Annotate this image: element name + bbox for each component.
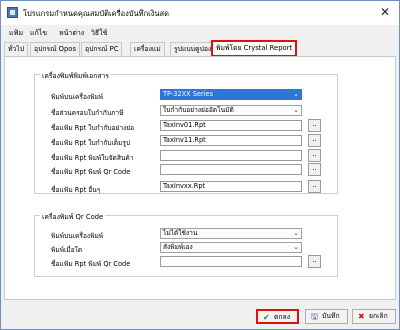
save-icon: 🖫 xyxy=(311,312,318,321)
qr-print-when-label: พิมพ์เมื่อใด xyxy=(51,246,83,254)
short-invoice-rpt-label: ชื่อแฟ้ม Rpt ใบกำกับอย่างย่อ xyxy=(51,124,135,132)
chevron-down-icon: ⌄ xyxy=(293,90,299,98)
full-invoice-rpt-label: ชื่อแฟ้ม Rpt ใบกำกับเต็มรูป xyxy=(51,139,131,147)
app-icon xyxy=(7,7,18,18)
tax-invoice-type-select[interactable]: ใบกำกับอย่างย่ออัตโนมัติ ⌄ xyxy=(160,105,302,116)
title-bar: โปรแกรมกำหนดคุณสมบัติเครื่องบันทึกเงินสด… xyxy=(1,1,399,25)
full-invoice-rpt-field[interactable]: TaxInv11.Rpt xyxy=(160,135,302,146)
tab-panel: เครื่องพิมพ์พิมพ์เอกสาร พิมพ์บนเครื่องพิ… xyxy=(4,56,396,300)
check-icon: ✔ xyxy=(263,313,270,322)
ok-button[interactable]: ✔ ตกลง xyxy=(256,309,299,324)
qr-printer-group: เครื่องพิมพ์ Qr Code พิมพ์บนเครื่องพิมพ์… xyxy=(34,211,338,277)
tab-bar: ทั่วไป อุปกรณ์ Opos อุปกรณ์ PC เครื่องแม… xyxy=(1,40,399,57)
qr-printer-label: พิมพ์บนเครื่องพิมพ์ xyxy=(51,232,104,240)
picking-slip-browse-button[interactable]: .. xyxy=(308,149,321,162)
qr-printer-select-value: ไม่ได้ใช้งาน xyxy=(163,229,198,237)
picking-slip-rpt-label: ชื่อแฟ้ม Rpt พิมพ์ใบจัดสินค้า xyxy=(51,154,134,162)
tab-coupon-format[interactable]: รูปแบบคูปอง xyxy=(170,42,216,56)
close-button[interactable]: ✕ xyxy=(375,4,395,20)
full-invoice-browse-button[interactable]: .. xyxy=(308,134,321,147)
qr-code-rpt-field[interactable] xyxy=(160,164,302,175)
chevron-down-icon: ⌄ xyxy=(293,243,299,251)
qr-print-when-select[interactable]: สั่งพิมพ์เอง ⌄ xyxy=(160,242,302,253)
doc-printer-group: เครื่องพิมพ์พิมพ์เอกสาร พิมพ์บนเครื่องพิ… xyxy=(34,70,338,194)
cancel-button[interactable]: ✖ ยกเลิก xyxy=(352,309,396,324)
app-window: โปรแกรมกำหนดคุณสมบัติเครื่องบันทึกเงินสด… xyxy=(0,0,400,330)
tab-crystal-report[interactable]: พิมพ์โดย Crystal Report xyxy=(211,40,298,57)
window-title: โปรแกรมกำหนดคุณสมบัติเครื่องบันทึกเงินสด xyxy=(23,9,169,18)
printer-label: พิมพ์บนเครื่องพิมพ์ xyxy=(51,93,104,101)
ok-button-label: ตกลง xyxy=(274,313,291,321)
menu-help[interactable]: วิธีใช้ xyxy=(91,28,107,39)
qr-rpt-field[interactable] xyxy=(160,256,302,267)
other-rpt-label: ชื่อแฟ้ม Rpt อื่นๆ xyxy=(51,186,101,194)
short-invoice-browse-button[interactable]: .. xyxy=(308,119,321,132)
tab-pc-devices[interactable]: อุปกรณ์ PC xyxy=(81,42,123,56)
cancel-button-label: ยกเลิก xyxy=(369,312,388,320)
menu-bar: แฟ้ม แก้ไข หน้าต่าง วิธีใช้ xyxy=(1,25,399,40)
other-rpt-field[interactable]: TaxInvxx.Rpt xyxy=(160,181,302,192)
chevron-down-icon: ⌄ xyxy=(293,229,299,237)
qr-code-browse-button[interactable]: .. xyxy=(308,163,321,176)
menu-edit[interactable]: แก้ไข xyxy=(30,28,47,39)
tab-opos-devices[interactable]: อุปกรณ์ Opos xyxy=(30,42,80,56)
short-invoice-rpt-field[interactable]: TaxInv01.Rpt xyxy=(160,120,302,131)
printer-select[interactable]: TP-32XX Series ⌄ xyxy=(160,89,302,100)
tab-master-machine[interactable]: เครื่องแม่ xyxy=(130,42,165,56)
qr-print-when-value: สั่งพิมพ์เอง xyxy=(163,243,193,251)
tax-invoice-type-value: ใบกำกับอย่างย่ออัตโนมัติ xyxy=(163,106,234,114)
picking-slip-rpt-field[interactable] xyxy=(160,150,302,161)
qr-printer-select[interactable]: ไม่ได้ใช้งาน ⌄ xyxy=(160,228,302,239)
menu-file[interactable]: แฟ้ม xyxy=(9,28,23,39)
tax-invoice-type-label: ชื่อส่วนครอบใบกำกับภาษี xyxy=(51,109,124,117)
tab-general[interactable]: ทั่วไป xyxy=(4,42,29,56)
menu-window[interactable]: หน้าต่าง xyxy=(59,28,84,39)
other-rpt-browse-button[interactable]: .. xyxy=(308,180,321,193)
doc-printer-group-title: เครื่องพิมพ์พิมพ์เอกสาร xyxy=(40,70,111,81)
save-button[interactable]: 🖫 บันทึก xyxy=(305,309,348,324)
qr-rpt-browse-button[interactable]: .. xyxy=(308,255,321,268)
chevron-down-icon: ⌄ xyxy=(293,106,299,114)
cancel-icon: ✖ xyxy=(358,312,365,321)
qr-code-rpt-label: ชื่อแฟ้ม Rpt พิมพ์ Qr Code xyxy=(51,168,131,176)
save-button-label: บันทึก xyxy=(322,312,340,320)
qr-printer-group-title: เครื่องพิมพ์ Qr Code xyxy=(40,211,106,222)
printer-select-value: TP-32XX Series xyxy=(163,90,214,98)
qr-rpt-label: ชื่อแฟ้ม Rpt พิมพ์ Qr Code xyxy=(51,260,131,268)
